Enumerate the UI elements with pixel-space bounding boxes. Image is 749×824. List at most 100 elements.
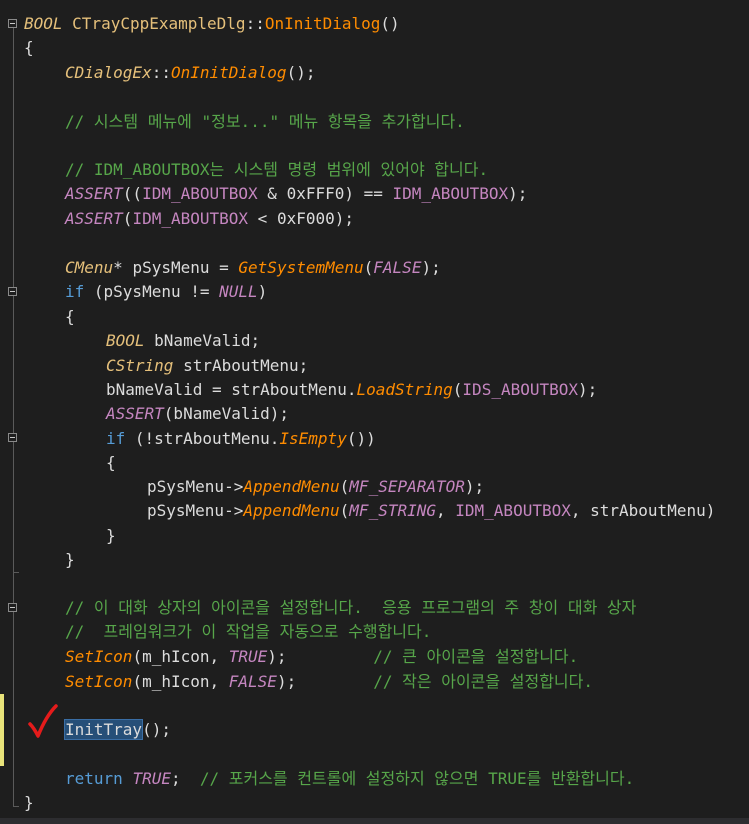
type-token: CMenu [65,258,114,277]
code-text: pSysMenu-> [147,501,244,520]
inline-comment: // 포커스를 컨트롤에 설정하지 않으면 TRUE를 반환합니다. [199,769,635,788]
code-line[interactable]: { [24,36,34,60]
function-name-token: AppendMenu [243,477,340,496]
code-line[interactable]: } [24,791,34,815]
outline-guide-end [13,806,19,807]
type-token: BOOL [24,14,63,33]
selected-text[interactable]: InitTray [63,719,144,740]
code-line[interactable]: } [106,524,116,548]
keyword-token: if [106,429,126,448]
code-line[interactable]: bNameValid = strAboutMenu.LoadString(IDS… [106,378,597,402]
code-line[interactable]: SetIcon(m_hIcon, TRUE); // 큰 아이콘을 설정합니다. [65,645,578,669]
punctuation: ); [578,380,598,399]
macro-constant-token: MF_STRING [349,501,436,520]
brace: { [65,307,75,326]
code-text: strAboutMenu; [173,356,309,375]
punctuation: ()) [346,429,376,448]
macro-constant-token: IDS_ABOUTBOX [462,380,579,399]
number-literal: 0xFFF0 [286,184,345,203]
code-comment[interactable]: // 시스템 메뉴에 "정보..." 메뉴 항목을 추가합니다. [65,110,465,134]
code-line[interactable]: ASSERT(bNameValid); [106,402,289,426]
code-text: pSysMenu-> [147,477,244,496]
code-line[interactable]: if (pSysMenu != NULL) [65,280,267,304]
operator: ) == [344,184,393,203]
code-text: * pSysMenu = [113,258,239,277]
code-line[interactable]: pSysMenu->AppendMenu(MF_SEPARATOR); [147,475,484,499]
brace: } [65,550,75,569]
punctuation: ); [334,209,354,228]
macro-constant-token: MF_SEPARATOR [349,477,465,496]
code-text: (pSysMenu != [84,282,220,301]
inline-comment: // 작은 아이콘을 설정합니다. [373,672,593,691]
code-line[interactable]: { [106,451,116,475]
brace: { [106,453,116,472]
code-line[interactable]: BOOL CTrayCppExampleDlg::OnInitDialog() [24,12,400,36]
macro-constant-token: IDM_ABOUTBOX [392,184,509,203]
punctuation: ); [464,477,485,496]
code-comment[interactable]: // 프레임워크가 이 작업을 자동으로 수행합니다. [65,620,431,644]
type-token: CString [106,356,174,375]
brace: { [24,38,34,57]
macro-constant-token: TRUE [228,647,268,666]
code-line[interactable]: CMenu* pSysMenu = GetSystemMenu(FALSE); [65,256,441,280]
punctuation: (); [286,63,316,82]
macro-constant-token: TRUE [132,769,171,788]
code-line[interactable]: SetIcon(m_hIcon, FALSE); // 작은 아이콘을 설정합니… [65,670,593,694]
macro-token: ASSERT [65,184,123,203]
macro-token: ASSERT [65,209,123,228]
code-comment[interactable]: // 이 대화 상자의 아이콘을 설정합니다. 응용 프로그램의 주 창이 대화… [65,596,636,620]
collapse-toggle-icon[interactable] [8,433,17,442]
scope-operator: :: [245,14,265,33]
code-comment[interactable]: // IDM_ABOUTBOX는 시스템 명령 범위에 있어야 합니다. [65,158,488,182]
punctuation: ); [508,184,528,203]
punctuation: ) [257,282,268,301]
code-text: (m_hIcon, [132,647,229,666]
punctuation: (( [122,184,143,203]
code-line[interactable]: CDialogEx::OnInitDialog(); [65,61,315,85]
function-name-token: OnInitDialog [264,14,381,33]
punctuation: ( [339,477,350,496]
class-name-token: CTrayCppExampleDlg [72,14,246,33]
code-line[interactable]: pSysMenu->AppendMenu(MF_STRING, IDM_ABOU… [147,499,715,523]
function-name-token: AppendMenu [243,501,340,520]
function-name-token: GetSystemMenu [238,258,364,277]
punctuation: , [436,501,456,520]
outline-guide [13,612,14,682]
code-line[interactable]: { [65,305,75,329]
code-line[interactable]: return TRUE; // 포커스를 컨트롤에 설정하지 않으면 TRUE를… [65,767,634,791]
function-name-token: SetIcon [65,672,133,691]
inline-comment: // 큰 아이콘을 설정합니다. [373,647,579,666]
code-line[interactable]: if (!strAboutMenu.IsEmpty()) [106,427,376,451]
scope-operator: :: [151,63,171,82]
operator: & [257,184,287,203]
collapse-toggle-icon[interactable] [8,603,17,612]
macro-constant-token: IDM_ABOUTBOX [142,184,258,203]
code-line[interactable]: BOOL bNameValid; [106,329,260,353]
code-line[interactable]: } [65,548,75,572]
punctuation: ; [170,769,200,788]
code-line[interactable]: ASSERT((IDM_ABOUTBOX & 0xFFF0) == IDM_AB… [65,182,527,206]
code-line[interactable]: InitTray(); [63,718,171,742]
function-name-token: IsEmpty [279,429,347,448]
punctuation: () [380,14,400,33]
keyword-token: if [65,282,85,301]
keyword-token: return [65,769,123,788]
punctuation: ( [363,258,374,277]
code-line[interactable]: CString strAboutMenu; [106,354,308,378]
code-line[interactable]: ASSERT(IDM_ABOUTBOX < 0xF000); [65,207,354,231]
code-text: , strAboutMenu) [570,501,716,520]
number-literal: 0xF000 [276,209,335,228]
code-text: (m_hIcon, [132,672,229,691]
code-text: bNameValid = strAboutMenu. [106,380,357,399]
collapse-toggle-icon[interactable] [8,287,17,296]
code-editor[interactable]: BOOL CTrayCppExampleDlg::OnInitDialog( ) … [0,0,749,824]
macro-constant-token: FALSE [373,258,422,277]
collapse-toggle-icon[interactable] [8,19,17,28]
function-name-token: OnInitDialog [170,63,287,82]
punctuation: (); [142,720,171,739]
macro-token: ASSERT [106,404,164,423]
operator: < [248,209,277,228]
macro-constant-token: NULL [219,282,258,301]
macro-constant-token: IDM_ABOUTBOX [455,501,571,520]
brace: } [24,793,34,812]
